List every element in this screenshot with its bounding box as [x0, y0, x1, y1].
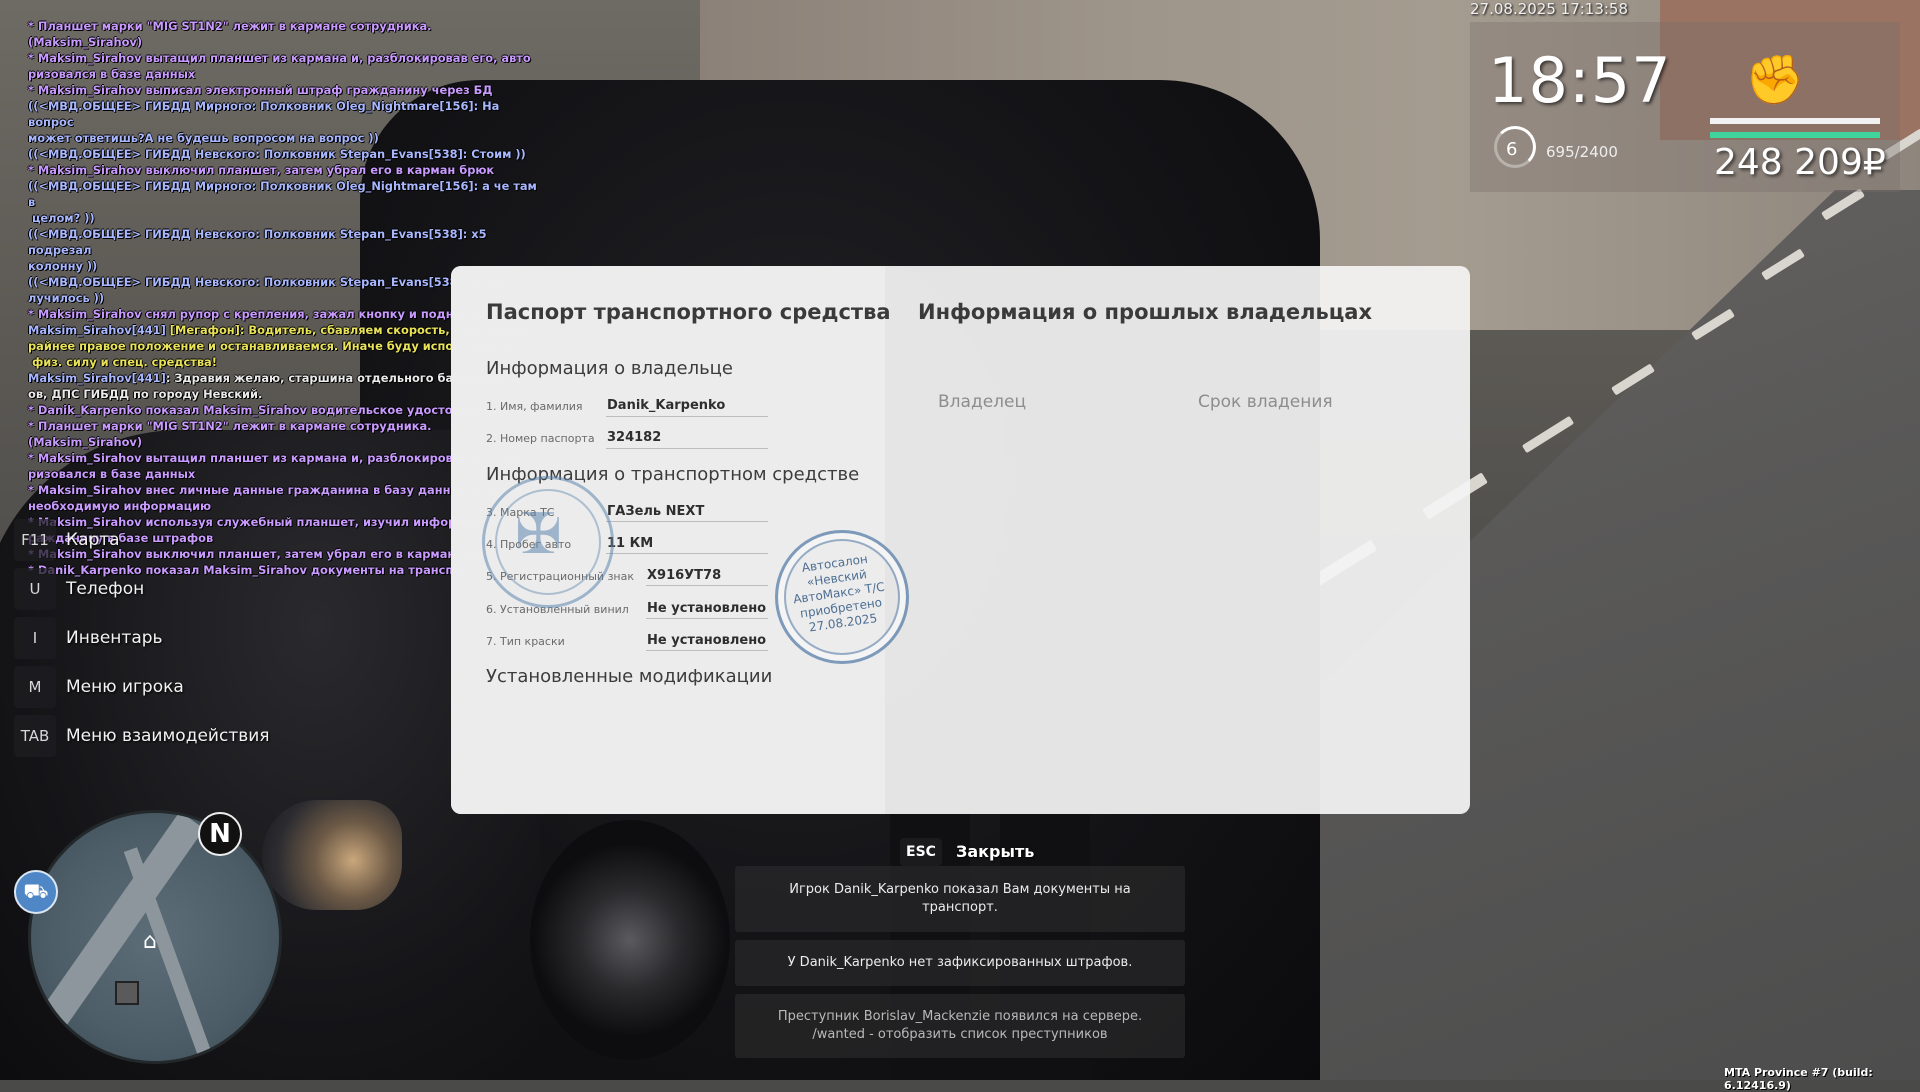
hotkey-key: U	[14, 568, 56, 610]
hotkey-меню-игрока[interactable]: M Меню игрока	[14, 665, 270, 709]
health-bar	[1710, 118, 1880, 124]
field-underline	[606, 416, 768, 417]
field-underline	[606, 553, 768, 554]
mods-section-title: Установленные модификации	[486, 666, 773, 687]
paint-type-value: Не установлено	[647, 633, 767, 648]
player-level: 6	[1506, 139, 1518, 160]
field-label: 1. Имя, фамилия	[486, 400, 583, 413]
hotkey-карта[interactable]: F11 Карта	[14, 518, 270, 562]
experience-counter: 695/2400	[1546, 143, 1618, 161]
notification: У Danik_Karpenko нет зафиксированных штр…	[735, 940, 1185, 986]
map-marker-icon	[115, 981, 139, 1005]
build-info: MTA Province #7 (build: 6.12416.9)	[1724, 1066, 1873, 1092]
notification: Преступник Borislav_Mackenzie появился н…	[735, 994, 1185, 1058]
hotkey-label: Инвентарь	[66, 628, 163, 648]
field-underline	[646, 585, 768, 586]
previous-owners-title: Информация о прошлых владельцах	[918, 300, 1373, 324]
hotkey-key: I	[14, 617, 56, 659]
chat-line: * Maksim_Sirahov вытащил планшет из карм…	[28, 51, 531, 81]
lane-marking	[1521, 415, 1575, 454]
hotkey-key: F11	[14, 519, 56, 561]
field-underline	[646, 618, 768, 619]
field-underline	[606, 448, 768, 449]
chat-line: ((<МВД.ОБЩЕЕ> ГИБДД Невского: Полковник …	[28, 147, 526, 161]
game-clock: 18:57	[1488, 44, 1672, 117]
player-arrow-icon: ⌂	[143, 929, 157, 954]
vinyl-value: Не установлено	[647, 601, 767, 616]
vehicle-brand-value: ГАЗель NEXT	[607, 504, 705, 519]
chat-line: ((<МВД.ОБЩЕЕ> ГИБДД Мирного: Полковник O…	[28, 99, 500, 145]
chat-line: * Maksim_Sirahov выключил планшет, затем…	[28, 163, 495, 177]
close-button[interactable]: Закрыть	[956, 842, 1034, 861]
field-underline	[646, 650, 768, 651]
passport-title: Паспорт транспортного средства	[486, 300, 891, 324]
notification: Игрок Danik_Karpenko показал Вам докумен…	[735, 866, 1185, 932]
field-label: 2. Номер паспорта	[486, 432, 595, 445]
hotkey-key: M	[14, 666, 56, 708]
hotkey-телефон[interactable]: U Телефон	[14, 567, 270, 611]
esc-key[interactable]: ESC	[900, 838, 942, 866]
van-headlight	[262, 800, 402, 910]
field-underline	[606, 521, 768, 522]
hotkey-key: TAB	[14, 715, 56, 757]
period-column-header: Срок владения	[1198, 392, 1333, 412]
money-counter: 248 209₽	[1714, 142, 1886, 183]
owner-section-title: Информация о владельце	[486, 358, 734, 379]
hotkey-label: Меню взаимодействия	[66, 726, 270, 746]
hotkey-меню-взаимодействия[interactable]: TAB Меню взаимодействия	[14, 714, 270, 758]
chat-line: * Планшет марки "MIG ST1N2" лежит в карм…	[28, 19, 436, 49]
datetime: 27.08.2025 17:13:58	[1470, 0, 1629, 18]
hotkey-инвентарь[interactable]: I Инвентарь	[14, 616, 270, 660]
hotkey-label: Меню игрока	[66, 677, 184, 697]
hotkey-label: Карта	[66, 530, 120, 550]
chat-line: * Maksim_Sirahov выписал электронный штр…	[28, 83, 493, 97]
fist-icon: ✊	[1745, 52, 1805, 108]
chat-line: ((<МВД.ОБЩЕЕ> ГИБДД Мирного: Полковник O…	[28, 179, 537, 225]
owner-column-header: Владелец	[938, 392, 1027, 412]
field-label: 7. Тип краски	[486, 635, 565, 648]
north-indicator: N	[198, 812, 242, 856]
car-icon: ⛟	[14, 870, 58, 914]
owner-name-value: Danik_Karpenko	[607, 398, 726, 413]
chat-author: Maksim_Sirahov[441]	[28, 371, 166, 385]
van-wheel	[530, 820, 730, 1060]
passport-number-value: 324182	[607, 430, 662, 445]
hotkey-menu: F11 Карта U Телефон I Инвентарь M Меню игрока TA…	[14, 518, 270, 763]
minimap: ⌂	[28, 810, 282, 1064]
hotkey-label: Телефон	[66, 579, 145, 599]
chat-author: Maksim_Sirahov[441]	[28, 323, 166, 337]
plate-value: X916УТ78	[647, 568, 722, 583]
armor-bar	[1710, 132, 1880, 138]
seal-emblem-icon: ✠	[515, 502, 562, 567]
